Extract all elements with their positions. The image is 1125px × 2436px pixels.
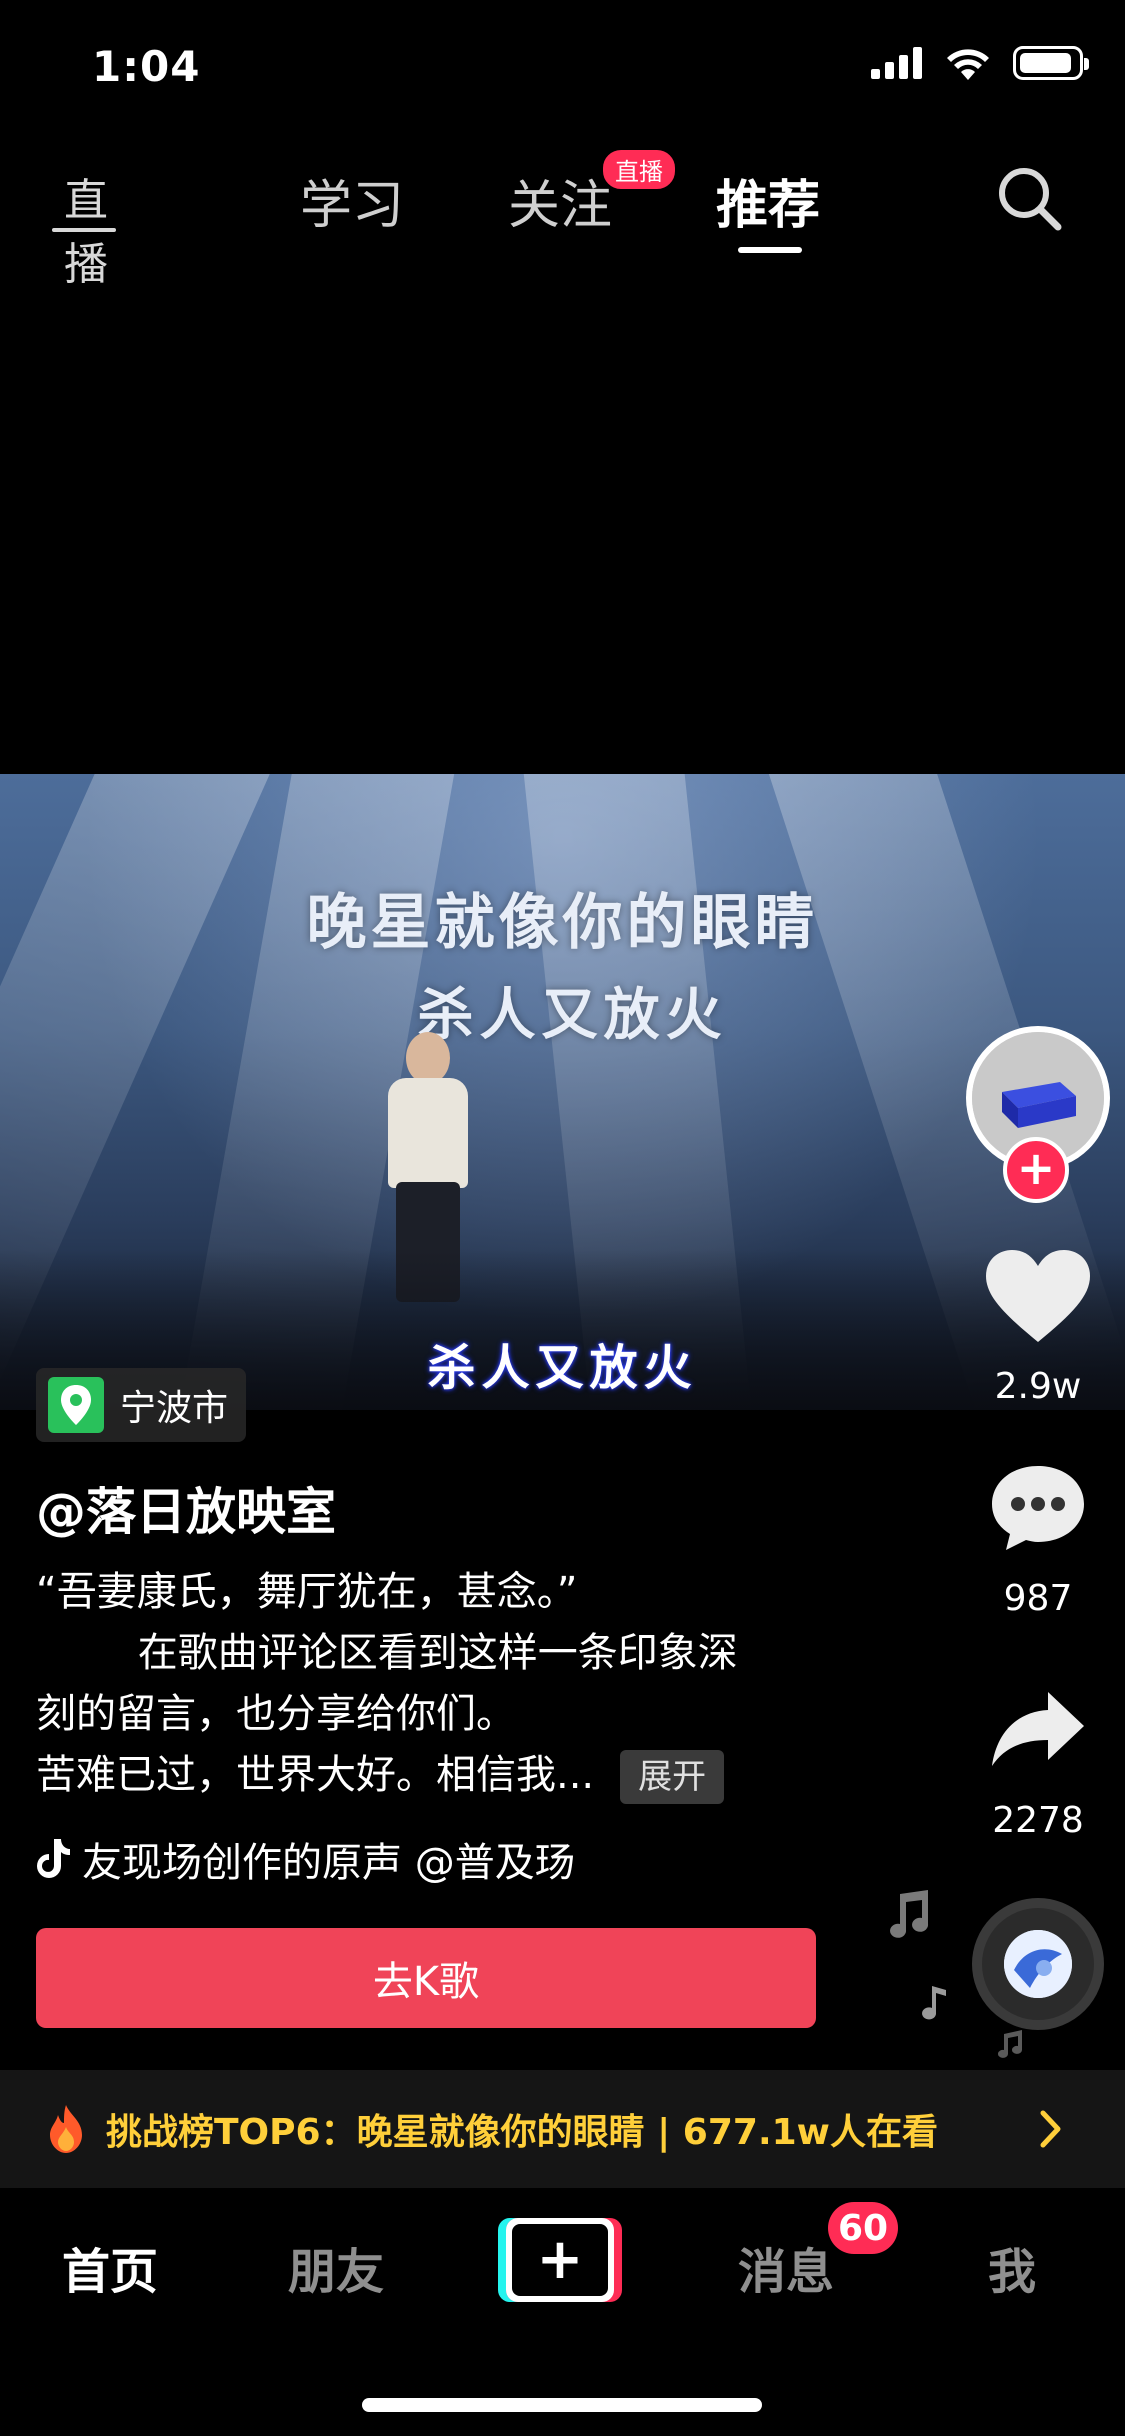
location-pin-icon xyxy=(48,1377,104,1433)
follow-plus-button[interactable]: + xyxy=(1003,1137,1069,1203)
music-title: 友现场创作的原声 @普及玚 xyxy=(82,1840,575,1886)
comment-icon[interactable] xyxy=(988,1462,1088,1554)
live-entry-button[interactable]: 直播 xyxy=(48,158,120,290)
status-icons xyxy=(871,46,1089,80)
search-icon xyxy=(999,168,1062,231)
tab-following[interactable]: 关注 xyxy=(508,163,612,238)
create-post-button[interactable]: + xyxy=(498,2218,622,2302)
share-count: 2278 xyxy=(992,1800,1084,1841)
plus-icon: + xyxy=(512,2224,608,2296)
tiktok-note-icon xyxy=(37,1839,70,1878)
nav-messages[interactable]: 消息 xyxy=(738,2232,834,2302)
description-line: 刻的留言，也分享给你们。 xyxy=(36,1691,516,1737)
flame-icon xyxy=(50,2105,82,2153)
description-line: 在歌曲评论区看到这样一条印象深 xyxy=(36,1630,738,1676)
tab-study[interactable]: 学习 xyxy=(300,163,404,238)
challenge-banner[interactable]: 挑战榜TOP6：晚星就像你的眼睛 | 677.1w人在看 xyxy=(0,2070,1125,2188)
post-description: “吾妻康氏，舞厅犹在，甚念。” 在歌曲评论区看到这样一条印象深 刻的留言，也分享… xyxy=(36,1562,856,1806)
nav-home[interactable]: 首页 xyxy=(62,2232,158,2302)
screen-lyric-line-2: 杀人又放火 xyxy=(417,983,728,1048)
tab-recommended[interactable]: 推荐 xyxy=(716,163,820,238)
like-count: 2.9w xyxy=(994,1366,1082,1407)
description-line: 苦难已过，世界大好。相信我... xyxy=(36,1752,595,1798)
battery-icon xyxy=(1013,46,1089,80)
nav-me[interactable]: 我 xyxy=(988,2232,1036,2302)
music-note-icon xyxy=(890,1890,929,1938)
status-time: 1:04 xyxy=(92,42,201,91)
description-line: “吾妻康氏，舞厅犹在，甚念。” xyxy=(36,1569,578,1615)
nav-friends[interactable]: 朋友 xyxy=(288,2232,384,2302)
location-chip[interactable]: 宁波市 xyxy=(36,1368,247,1442)
music-note-icon xyxy=(998,2030,1022,2058)
home-indicator xyxy=(362,2398,762,2412)
music-marquee[interactable]: 友现场创作的原声 @普及玚 xyxy=(36,1830,636,1888)
music-disc[interactable] xyxy=(972,1898,1104,2030)
wifi-icon xyxy=(947,49,989,80)
cellular-signal-icon xyxy=(871,47,922,79)
challenge-text: 挑战榜TOP6：晚星就像你的眼睛 | 677.1w人在看 xyxy=(106,2112,938,2153)
expand-button[interactable]: 展开 xyxy=(620,1750,725,1804)
music-note-icon xyxy=(922,1986,946,2020)
video-player[interactable]: 晚星就像你的眼睛 杀人又放火 杀人又放火 xyxy=(0,774,1125,1410)
comment-count: 987 xyxy=(1003,1578,1073,1619)
message-count-badge: 60 xyxy=(828,2202,898,2254)
following-live-badge: 直播 xyxy=(601,148,677,191)
like-heart-icon[interactable] xyxy=(984,1248,1092,1344)
share-arrow-icon[interactable] xyxy=(990,1690,1086,1770)
active-tab-indicator xyxy=(738,247,802,253)
chevron-right-icon xyxy=(1040,2110,1061,2148)
k-song-button[interactable]: 去K歌 xyxy=(36,1928,816,2028)
screen-lyric-line-1: 晚星就像你的眼睛 xyxy=(306,888,819,958)
author-name[interactable]: @落日放映室 xyxy=(36,1472,336,1544)
search-button[interactable] xyxy=(994,163,1064,233)
location-label: 宁波市 xyxy=(120,1388,229,1429)
music-cover-icon xyxy=(1004,1930,1072,1998)
